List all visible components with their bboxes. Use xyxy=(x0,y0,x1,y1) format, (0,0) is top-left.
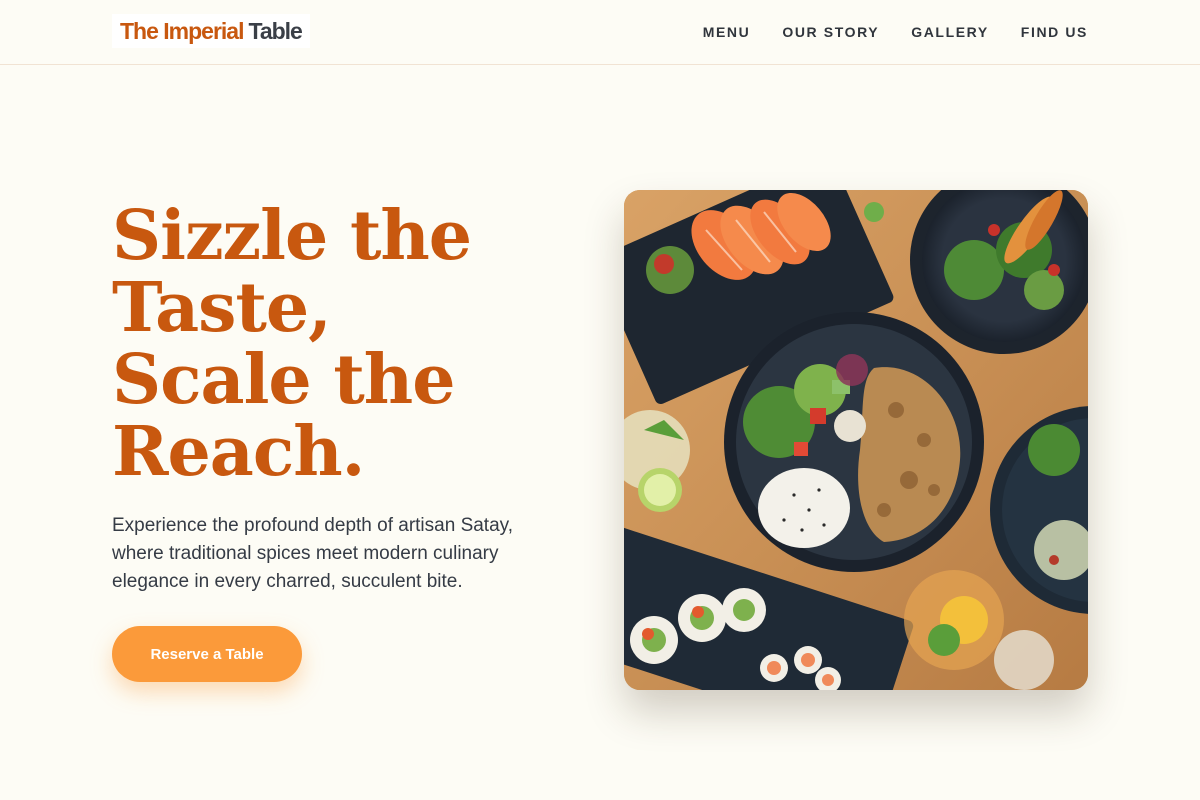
hero-title-line: Taste, xyxy=(112,268,332,348)
hero-description: Experience the profound depth of artisan… xyxy=(112,515,514,592)
logo-secondary-text: Table xyxy=(248,17,302,44)
nav-item-gallery[interactable]: GALLERY xyxy=(911,24,989,40)
nav-item-find-us[interactable]: FIND US xyxy=(1021,24,1088,40)
logo[interactable]: The Imperial Table xyxy=(112,14,310,48)
hero-title-line: Sizzle the xyxy=(112,196,472,276)
nav-item-menu[interactable]: MENU xyxy=(703,24,751,40)
nav-item-our-story[interactable]: OUR STORY xyxy=(782,24,879,40)
site-header: The Imperial Table MENU OUR STORY GALLER… xyxy=(0,0,1200,65)
hero-title-line: Scale the xyxy=(112,340,455,420)
food-spread-photo xyxy=(624,190,1088,690)
hero-title: Sizzle the Taste, Scale the Reach. xyxy=(112,200,552,488)
logo-primary-text: The Imperial xyxy=(120,17,244,44)
main-nav: MENU OUR STORY GALLERY FIND US xyxy=(703,0,1088,64)
hero-title-line: Reach. xyxy=(112,412,365,492)
reserve-table-button[interactable]: Reserve a Table xyxy=(112,626,302,682)
